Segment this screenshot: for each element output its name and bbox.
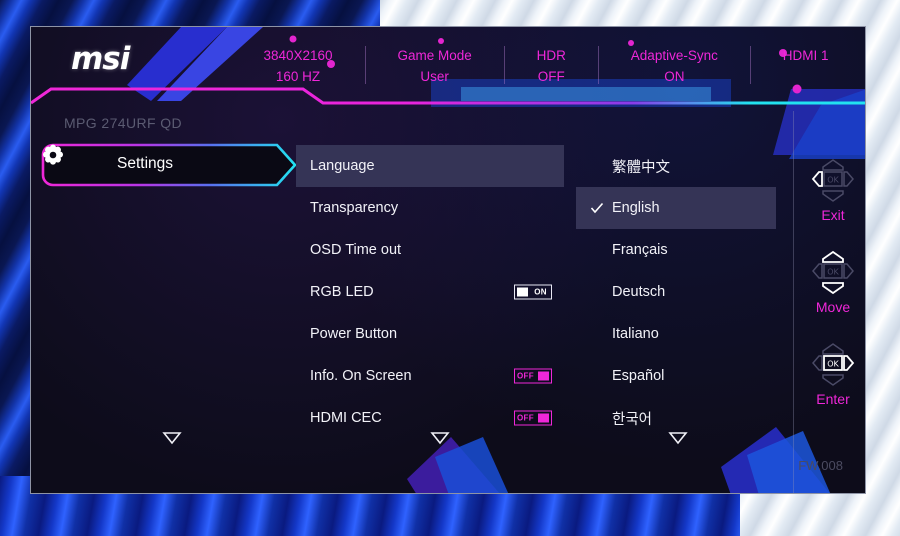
svg-text:OK: OK: [827, 176, 839, 185]
status-item-game-mode: Game Mode User: [364, 45, 504, 87]
status-item-hdr: HDR OFF: [504, 45, 598, 87]
toggle-rgb-led[interactable]: ON: [514, 284, 552, 300]
status-hdr-value: OFF: [537, 69, 565, 84]
nav-action-move[interactable]: OK Move: [799, 245, 865, 315]
language-option-english[interactable]: English: [576, 187, 776, 229]
status-item-input-source: HDMI 1: [750, 45, 861, 84]
nav-action-enter[interactable]: OK Enter: [799, 337, 865, 407]
menu-item-rgb-led[interactable]: RGB LED ON: [296, 271, 564, 313]
menu-item-language[interactable]: Language: [296, 145, 564, 187]
tab-settings-label: Settings: [117, 155, 174, 172]
language-option-french[interactable]: Français: [576, 229, 776, 271]
nav-action-exit-label: Exit: [821, 207, 845, 223]
menu-item-info-on-screen[interactable]: Info. On Screen OFF: [296, 355, 564, 397]
nav-action-move-label: Move: [815, 299, 851, 315]
language-option-traditional-chinese[interactable]: 繁體中文: [576, 145, 776, 187]
menu-item-transparency[interactable]: Transparency: [296, 187, 564, 229]
desktop-background: msi 3840X2160 160 HZ Game Mode User HDR …: [0, 0, 900, 536]
firmware-version: FW.008: [798, 458, 843, 473]
status-adaptive-sync-value: ON: [664, 69, 685, 84]
check-icon: [590, 202, 604, 214]
status-input-source-value: HDMI 1: [782, 48, 829, 63]
status-adaptive-sync-label: Adaptive-Sync: [630, 48, 718, 63]
nav-rail-separator: [793, 111, 794, 493]
msi-logo: msi: [71, 41, 130, 77]
svg-text:OK: OK: [827, 268, 839, 277]
language-option-label: English: [612, 200, 660, 216]
gear-icon: [43, 144, 63, 165]
tab-settings[interactable]: Settings: [41, 143, 299, 187]
status-item-resolution: 3840X2160 160 HZ: [231, 45, 365, 87]
menu-item-power-button-label: Power Button: [310, 326, 398, 342]
language-option-italian[interactable]: Italiano: [576, 313, 776, 355]
menu-item-osd-time-out[interactable]: OSD Time out: [296, 229, 564, 271]
menu-item-info-on-screen-label: Info. On Screen: [310, 368, 412, 384]
svg-text:OK: OK: [827, 360, 839, 369]
toggle-info-on-screen[interactable]: OFF: [514, 368, 552, 384]
toggle-knob: [538, 413, 549, 423]
toggle-info-on-screen-state: OFF: [517, 371, 534, 381]
nav-action-exit[interactable]: OK Exit: [799, 153, 865, 223]
menu-item-hdmi-cec-label: HDMI CEC: [310, 410, 382, 426]
header-divider-line: [31, 87, 865, 105]
status-game-mode-value: User: [420, 69, 449, 84]
toggle-hdmi-cec[interactable]: OFF: [514, 410, 552, 426]
scroll-down-arrow-languages[interactable]: [668, 431, 688, 445]
language-option-label: Deutsch: [612, 284, 666, 300]
language-option-label: Italiano: [612, 326, 659, 342]
model-name: MPG 274URF QD: [64, 115, 182, 131]
status-hdr-label: HDR: [536, 48, 566, 63]
nav-action-enter-label: Enter: [816, 391, 850, 407]
status-item-adaptive-sync: Adaptive-Sync ON: [598, 45, 750, 87]
osd-panel: msi 3840X2160 160 HZ Game Mode User HDR …: [30, 26, 866, 494]
toggle-knob: [517, 287, 528, 297]
scroll-down-arrow-tabs[interactable]: [162, 431, 182, 445]
language-option-label: Español: [612, 368, 665, 384]
language-option-list: 繁體中文 English Français Deutsch Italiano E…: [576, 145, 776, 439]
toggle-hdmi-cec-state: OFF: [517, 413, 534, 423]
status-game-mode-label: Game Mode: [397, 48, 472, 63]
joystick-left-icon: OK: [811, 159, 854, 202]
language-option-spanish[interactable]: Español: [576, 355, 776, 397]
menu-item-osd-time-out-label: OSD Time out: [310, 242, 402, 258]
scroll-down-arrow-menu[interactable]: [430, 431, 450, 445]
language-option-label: 한국어: [612, 411, 653, 428]
menu-item-transparency-label: Transparency: [310, 200, 399, 216]
status-refresh-rate-value: 160 HZ: [275, 69, 321, 84]
joystick-updown-icon: OK: [812, 250, 854, 295]
toggle-knob: [538, 371, 549, 381]
menu-item-language-label: Language: [310, 158, 375, 174]
language-option-label: Français: [612, 242, 668, 258]
joystick-right-ok-icon: OK: [812, 343, 855, 386]
menu-item-rgb-led-label: RGB LED: [310, 284, 374, 300]
status-resolution-value: 3840X2160: [263, 48, 333, 63]
nav-rail: OK Exit OK Move OK Enter: [799, 153, 865, 429]
settings-menu-list: Language Transparency OSD Time out RGB L…: [296, 145, 564, 439]
language-option-label: 繁體中文: [612, 159, 670, 176]
menu-item-power-button[interactable]: Power Button: [296, 313, 564, 355]
language-option-german[interactable]: Deutsch: [576, 271, 776, 313]
toggle-rgb-led-state: ON: [534, 287, 547, 297]
